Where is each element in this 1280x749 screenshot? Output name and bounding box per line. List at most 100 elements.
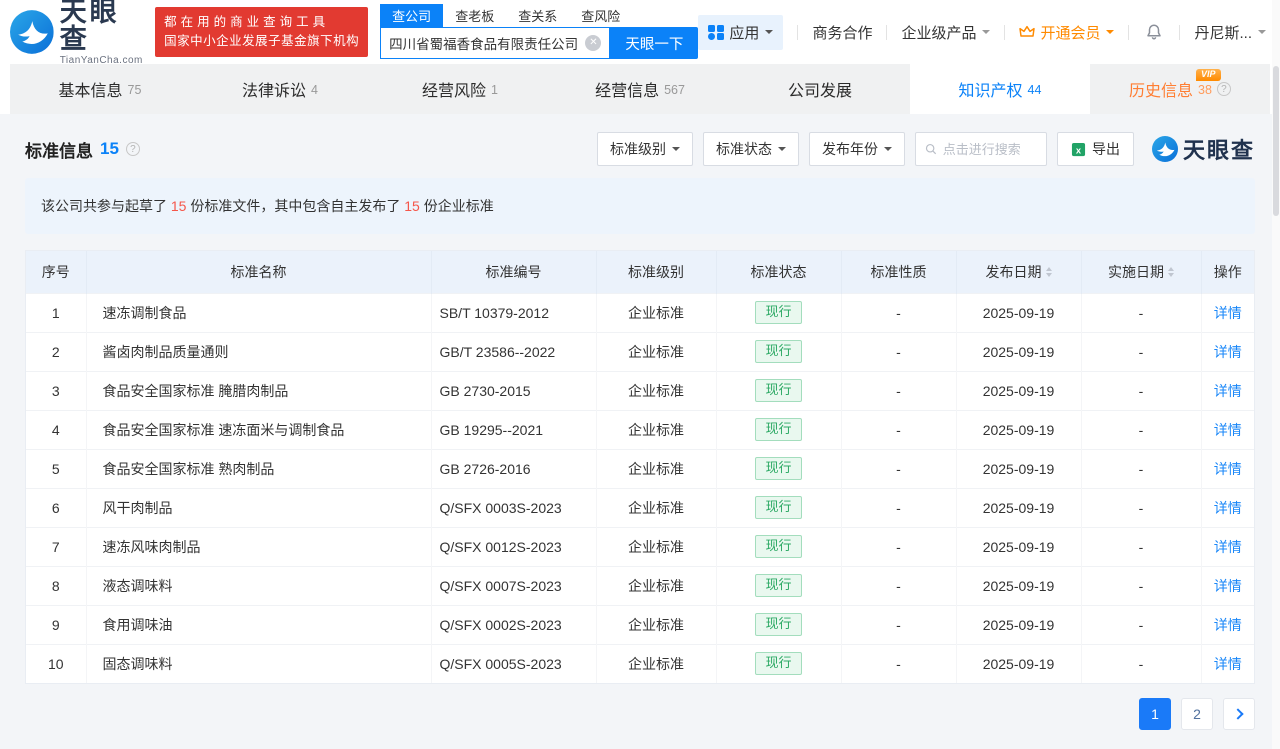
status-badge: 现行 [755,496,801,519]
export-button[interactable]: x 导出 [1057,132,1134,166]
tab-company-development[interactable]: 公司发展 [730,64,910,114]
tianyancha-logo-icon [10,9,54,55]
sort-icon[interactable] [1168,267,1174,277]
search-button[interactable]: 天眼一下 [610,27,698,59]
tab-intellectual-property[interactable]: 知识产权44 [910,64,1090,114]
sort-icon[interactable] [1046,267,1052,277]
tab-legal-proceedings[interactable]: 法律诉讼4 [190,64,370,114]
detail-link[interactable]: 详情 [1214,500,1242,516]
nav-cooperation[interactable]: 商务合作 [812,22,872,43]
cell-implement-date: - [1081,566,1201,605]
help-icon[interactable]: ? [126,142,140,156]
cell-implement-date: - [1081,332,1201,371]
cell-standard-code: GB 2726-2016 [431,449,596,488]
cell-standard-name: 速冻调制食品 [86,293,431,332]
cell-implement-date: - [1081,410,1201,449]
tab-business-info[interactable]: 经营信息567 [550,64,730,114]
cell-publish-date: 2025-09-19 [956,371,1081,410]
cell-action: 详情 [1201,293,1254,332]
slogan-line2: 国家中小企业发展子基金旗下机构 [164,32,359,51]
search-tab-relation[interactable]: 查关系 [506,4,569,27]
table-search-input[interactable] [943,142,1037,157]
tab-count: 567 [664,83,685,97]
cell-action: 详情 [1201,449,1254,488]
detail-link[interactable]: 详情 [1214,617,1242,633]
cell-standard-status: 现行 [716,332,841,371]
section-toolbar: 标准级别 标准状态 发布年份 x 导出 天眼查 [597,132,1255,166]
col-publish-date[interactable]: 发布日期 [956,251,1081,293]
cell-index: 1 [26,293,86,332]
table-row: 8液态调味料Q/SFX 0007S-2023企业标准现行-2025-09-19-… [26,566,1254,605]
tab-label: 历史信息 [1129,77,1193,101]
tab-history-info[interactable]: VIP 历史信息38 ? [1090,64,1270,114]
detail-link[interactable]: 详情 [1214,383,1242,399]
status-badge: 现行 [755,418,801,441]
search-input[interactable] [381,36,585,51]
scrollbar[interactable] [1272,0,1280,749]
main-content: 标准信息 15 ? 标准级别 标准状态 发布年份 x 导出 [0,114,1280,749]
nav-apps[interactable]: 应用 [698,15,783,50]
cell-standard-level: 企业标准 [596,410,716,449]
page-button-1[interactable]: 1 [1139,698,1171,730]
cell-standard-nature: - [841,527,956,566]
tab-count: 4 [311,83,318,97]
search-tab-boss[interactable]: 查老板 [443,4,506,27]
nav-apps-label: 应用 [729,22,759,43]
filter-standard-level[interactable]: 标准级别 [597,132,693,166]
detail-link[interactable]: 详情 [1214,656,1242,672]
crown-icon [1019,24,1035,40]
filter-publish-year[interactable]: 发布年份 [809,132,905,166]
nav-open-vip[interactable]: 开通会员 [1019,22,1114,43]
help-icon[interactable]: ? [1217,82,1231,96]
site-header: 天眼查 TianYanCha.com 都在用的商业查询工具 国家中小企业发展子基… [0,0,1280,64]
cell-standard-code: Q/SFX 0003S-2023 [431,488,596,527]
detail-link[interactable]: 详情 [1214,422,1242,438]
status-badge: 现行 [755,574,801,597]
cell-standard-code: Q/SFX 0002S-2023 [431,605,596,644]
cell-standard-name: 酱卤肉制品质量通则 [86,332,431,371]
slogan-line1: 都在用的商业查询工具 [164,13,359,32]
nav-enterprise-label: 企业级产品 [901,22,976,43]
cell-publish-date: 2025-09-19 [956,488,1081,527]
tab-label: 经营风险 [422,77,486,101]
cell-standard-nature: - [841,605,956,644]
detail-link[interactable]: 详情 [1214,461,1242,477]
scrollbar-thumb[interactable] [1273,66,1279,216]
nav-enterprise-products[interactable]: 企业级产品 [901,22,990,43]
next-page-button[interactable] [1223,698,1255,730]
search-tab-company[interactable]: 查公司 [380,4,443,27]
detail-link[interactable]: 详情 [1214,344,1242,360]
cell-standard-level: 企业标准 [596,332,716,371]
table-row: 9食用调味油Q/SFX 0002S-2023企业标准现行-2025-09-19-… [26,605,1254,644]
cell-standard-status: 现行 [716,605,841,644]
cell-implement-date: - [1081,293,1201,332]
col-label: 实施日期 [1108,262,1164,282]
page-button-2[interactable]: 2 [1181,698,1213,730]
site-logo[interactable]: 天眼查 TianYanCha.com [10,0,145,66]
nav-user-menu[interactable]: 丹尼斯... [1194,22,1266,43]
section-count: 15 [100,139,119,159]
summary-text: 份标准文件，其中包含自主发布了 [186,198,404,214]
cell-standard-level: 企业标准 [596,566,716,605]
tab-operational-risk[interactable]: 经营风险1 [370,64,550,114]
cell-standard-code: Q/SFX 0005S-2023 [431,644,596,683]
search-tab-risk[interactable]: 查风险 [569,4,632,27]
section-header: 标准信息 15 ? 标准级别 标准状态 发布年份 x 导出 [25,130,1255,168]
cell-standard-code: GB/T 23586--2022 [431,332,596,371]
table-row: 4食品安全国家标准 速冻面米与调制食品GB 19295--2021企业标准现行-… [26,410,1254,449]
cell-index: 5 [26,449,86,488]
cell-publish-date: 2025-09-19 [956,410,1081,449]
tab-basic-info[interactable]: 基本信息75 [10,64,190,114]
cell-standard-nature: - [841,410,956,449]
col-implement-date[interactable]: 实施日期 [1081,251,1201,293]
company-tabbar: 基本信息75 法律诉讼4 经营风险1 经营信息567 公司发展 知识产权44 V… [10,64,1270,114]
status-badge: 现行 [755,652,801,675]
detail-link[interactable]: 详情 [1214,305,1242,321]
clear-search-icon[interactable]: ✕ [585,35,601,51]
detail-link[interactable]: 详情 [1214,578,1242,594]
notifications-bell-icon[interactable] [1145,23,1163,41]
cell-implement-date: - [1081,449,1201,488]
detail-link[interactable]: 详情 [1214,539,1242,555]
filter-standard-status[interactable]: 标准状态 [703,132,799,166]
col-standard-name: 标准名称 [86,251,431,293]
